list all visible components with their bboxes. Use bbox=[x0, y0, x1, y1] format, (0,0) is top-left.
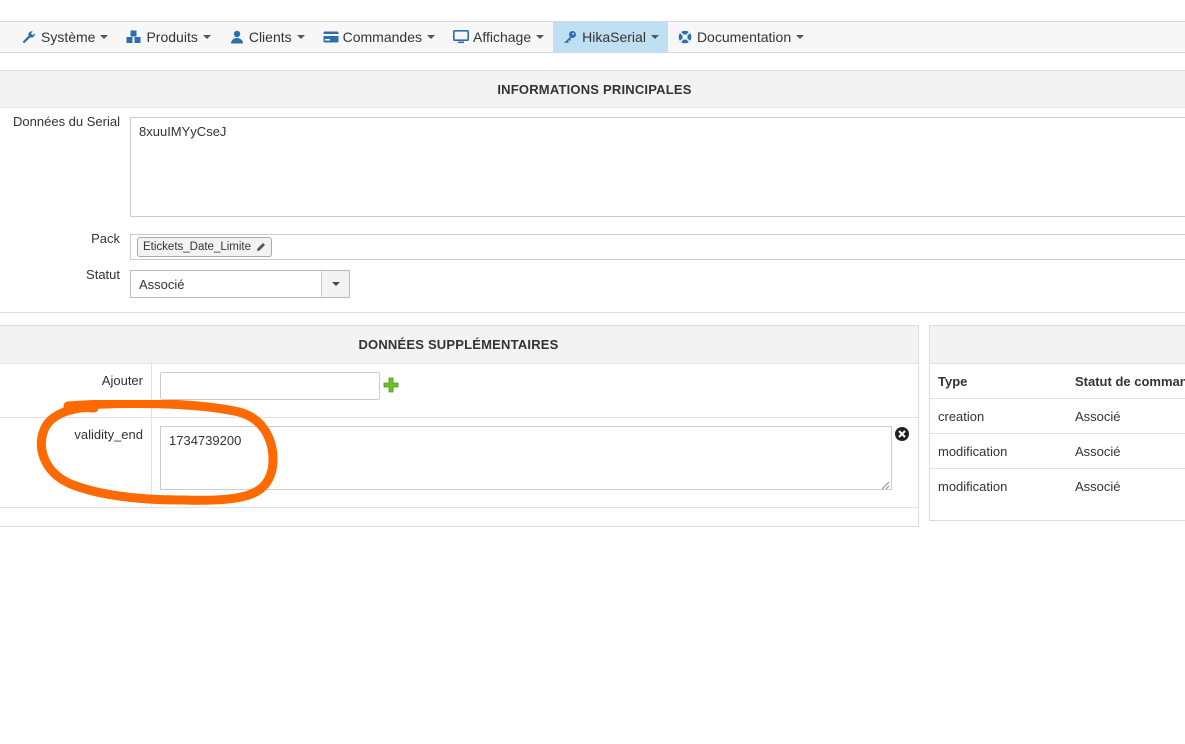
user-icon bbox=[229, 29, 245, 45]
resize-handle-icon[interactable] bbox=[880, 478, 890, 493]
serial-label: Données du Serial bbox=[13, 114, 120, 129]
add-plus-icon[interactable] bbox=[383, 377, 399, 396]
monitor-icon bbox=[453, 29, 469, 45]
add-field-input[interactable] bbox=[160, 372, 380, 400]
menu-hikaserial[interactable]: HikaSerial bbox=[553, 22, 668, 52]
table-row: creation Associé bbox=[930, 398, 1185, 434]
status-select[interactable]: Associé bbox=[130, 270, 350, 298]
row-divider bbox=[0, 507, 918, 508]
caret-down-icon bbox=[650, 35, 659, 39]
wrench-icon bbox=[21, 29, 37, 45]
key-icon bbox=[562, 29, 578, 45]
col-type: Type bbox=[930, 363, 1067, 399]
menu-documentation[interactable]: Documentation bbox=[668, 22, 813, 52]
validity-end-field[interactable]: 1734739200 bbox=[160, 426, 892, 490]
menu-commandes[interactable]: Commandes bbox=[314, 22, 444, 52]
menu-affichage[interactable]: Affichage bbox=[444, 22, 553, 52]
caret-down-icon bbox=[536, 35, 545, 39]
remove-field-icon[interactable] bbox=[894, 426, 910, 445]
cubes-icon bbox=[126, 29, 142, 45]
menu-hikaserial-label: HikaSerial bbox=[582, 29, 646, 45]
chevron-down-icon[interactable] bbox=[321, 271, 349, 297]
caret-down-icon bbox=[296, 35, 305, 39]
cell-type: modification bbox=[930, 468, 1067, 504]
status-label: Statut bbox=[86, 267, 120, 282]
pack-label: Pack bbox=[91, 231, 120, 246]
menu-clients[interactable]: Clients bbox=[220, 22, 314, 52]
cell-status: Associé bbox=[1067, 433, 1185, 469]
caret-down-icon bbox=[202, 35, 211, 39]
cell-status: Associé bbox=[1067, 398, 1185, 434]
main-info-title: INFORMATIONS PRINCIPALES bbox=[0, 71, 1185, 108]
credit-card-icon bbox=[323, 29, 339, 45]
menu-documentation-label: Documentation bbox=[696, 29, 792, 45]
extra-data-title: DONNÉES SUPPLÉMENTAIRES bbox=[0, 326, 918, 364]
help-circle-icon bbox=[677, 29, 693, 45]
history-table: Type Statut de comman creation Associé m… bbox=[930, 363, 1185, 504]
validity-end-label: validity_end bbox=[74, 427, 143, 442]
cell-status: Associé bbox=[1067, 468, 1185, 504]
pack-tag[interactable]: Etickets_Date_Limite bbox=[137, 237, 273, 257]
caret-down-icon bbox=[100, 35, 109, 39]
pack-tag-label: Etickets_Date_Limite bbox=[143, 241, 252, 253]
caret-down-icon bbox=[796, 35, 805, 39]
menu-systeme-label: Système bbox=[41, 29, 96, 45]
menu-affichage-label: Affichage bbox=[473, 29, 532, 45]
cell-type: modification bbox=[930, 433, 1067, 469]
table-row: modification Associé bbox=[930, 433, 1185, 469]
add-label: Ajouter bbox=[101, 373, 143, 388]
pack-field[interactable] bbox=[130, 234, 1185, 260]
cell-type: creation bbox=[930, 398, 1067, 434]
col-order-status: Statut de comman bbox=[1067, 363, 1185, 399]
history-header bbox=[930, 326, 1185, 364]
menu-commandes-label: Commandes bbox=[342, 29, 422, 45]
pencil-icon[interactable] bbox=[256, 242, 266, 252]
menu-produits[interactable]: Produits bbox=[117, 22, 219, 52]
serial-data-field[interactable]: 8xuuIMYyCseJ bbox=[130, 117, 1185, 217]
table-row: modification Associé bbox=[930, 468, 1185, 504]
status-select-value: Associé bbox=[139, 276, 185, 292]
menu-produits-label: Produits bbox=[146, 29, 198, 45]
menu-systeme[interactable]: Système bbox=[12, 22, 117, 52]
main-menu-bar: Système Produits Clients Commandes Affic… bbox=[0, 21, 1185, 53]
table-header-row: Type Statut de comman bbox=[930, 363, 1185, 399]
label-column-divider bbox=[151, 364, 152, 507]
caret-down-icon bbox=[427, 35, 435, 39]
row-divider bbox=[0, 417, 918, 418]
menu-clients-label: Clients bbox=[248, 29, 292, 45]
